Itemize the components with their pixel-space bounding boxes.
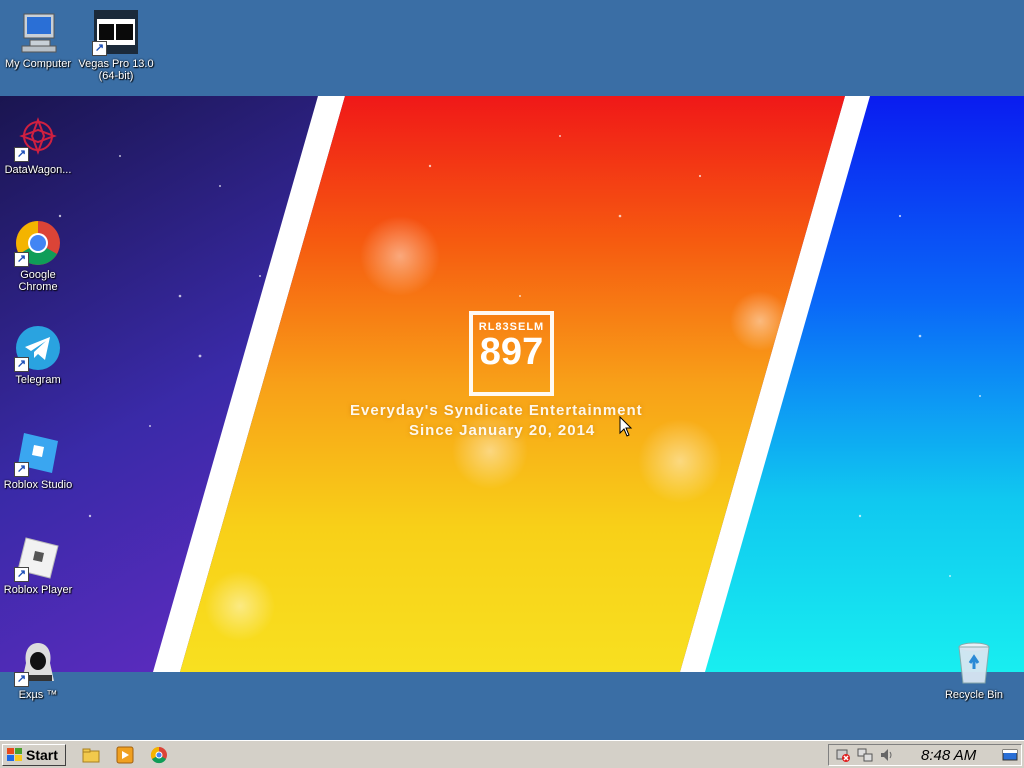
shortcut-arrow-icon: ↗ (92, 41, 107, 56)
volume-icon[interactable] (879, 747, 895, 763)
desktop-icon-telegram[interactable]: ↗ Telegram (0, 324, 76, 386)
start-button[interactable]: Start (2, 744, 66, 766)
start-label: Start (26, 747, 58, 763)
wallpaper: RL83SELM 897 Everyday's Syndicate Entert… (0, 96, 1024, 672)
logo-number: 897 (479, 331, 544, 373)
desktop-icon-label: Roblox Player (3, 584, 73, 596)
desktop-icon-label: My Computer (4, 58, 72, 70)
chrome-icon: ↗ (14, 219, 62, 267)
wallpaper-tagline-1: Everyday's Syndicate Entertainment (350, 402, 643, 419)
roblox-player-icon: ↗ (14, 534, 62, 582)
explorer-icon[interactable] (82, 746, 100, 764)
desktop[interactable]: RL83SELM 897 Everyday's Syndicate Entert… (0, 0, 1024, 740)
desktop-icon-label: Exµs ™ (18, 689, 58, 701)
network-icon[interactable] (857, 747, 873, 763)
wallpaper-tagline-2: Since January 20, 2014 (409, 422, 596, 439)
shortcut-arrow-icon: ↗ (14, 252, 29, 267)
windows-flag-icon (7, 748, 22, 761)
roblox-studio-icon: ↗ (14, 429, 62, 477)
mouse-cursor-icon (619, 416, 633, 437)
desktop-icon-label: DataWagon... (4, 164, 72, 176)
desktop-icon-label: Google Chrome (18, 269, 58, 293)
desktop-icon-roblox-studio[interactable]: ↗ Roblox Studio (0, 429, 76, 491)
my-computer-icon (14, 8, 62, 56)
shortcut-arrow-icon: ↗ (14, 357, 29, 372)
show-desktop-icon[interactable] (1002, 747, 1018, 763)
taskbar: Start 8:48 AM (0, 740, 1024, 768)
network-error-icon[interactable] (835, 747, 851, 763)
recycle-bin-icon (950, 639, 998, 687)
desktop-icon-vegas-pro[interactable]: ↗ Vegas Pro 13.0 (64-bit) (78, 8, 154, 82)
desktop-icon-my-computer[interactable]: My Computer (0, 8, 76, 70)
desktop-icon-google-chrome[interactable]: ↗ Google Chrome (0, 219, 76, 293)
system-tray: 8:48 AM (828, 744, 1022, 766)
desktop-icon-label: Vegas Pro 13.0 (64-bit) (78, 58, 154, 82)
media-player-icon[interactable] (116, 746, 134, 764)
desktop-icon-recycle-bin[interactable]: Recycle Bin (936, 639, 1012, 701)
vegas-pro-icon: ↗ (92, 8, 140, 56)
shortcut-arrow-icon: ↗ (14, 147, 29, 162)
desktop-icon-roblox-player[interactable]: ↗ Roblox Player (0, 534, 76, 596)
chrome-icon[interactable] (150, 746, 168, 764)
desktop-icon-label: Roblox Studio (3, 479, 73, 491)
desktop-icon-datawagon[interactable]: ↗ DataWagon... (0, 114, 76, 176)
shortcut-arrow-icon: ↗ (14, 567, 29, 582)
shortcut-arrow-icon: ↗ (14, 462, 29, 477)
wallpaper-logo: RL83SELM 897 (469, 311, 554, 396)
desktop-icon-exus[interactable]: ↗ Exµs ™ (0, 639, 76, 701)
desktop-icon-label: Telegram (15, 374, 61, 386)
shortcut-arrow-icon: ↗ (14, 672, 29, 687)
datawagon-icon: ↗ (14, 114, 62, 162)
clock[interactable]: 8:48 AM (921, 747, 976, 765)
exus-icon: ↗ (14, 639, 62, 687)
telegram-icon: ↗ (14, 324, 62, 372)
desktop-icon-label: Recycle Bin (944, 689, 1004, 701)
